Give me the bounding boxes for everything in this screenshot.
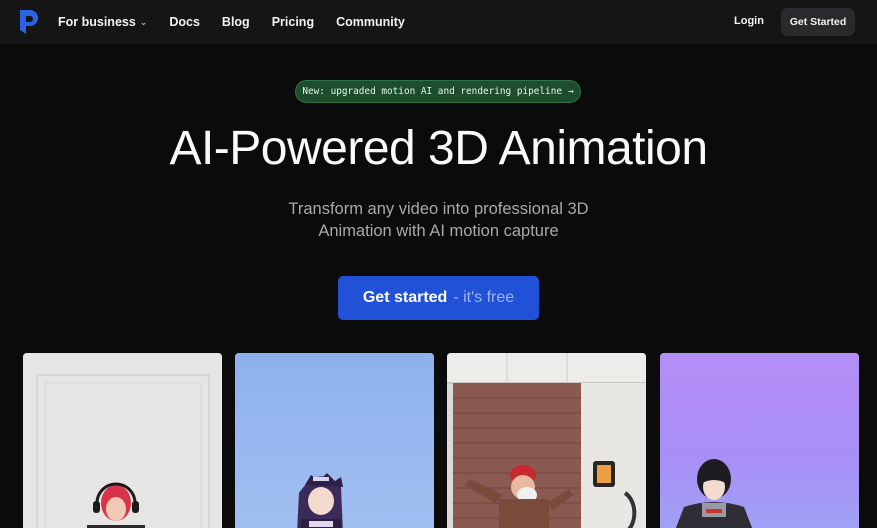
showcase-card-dancer[interactable] xyxy=(447,353,646,528)
anime-boy-render-thumbnail xyxy=(660,353,859,528)
showcase-card-streamer[interactable] xyxy=(23,353,222,528)
nav-community-label: Community xyxy=(336,15,405,29)
hero-title: AI-Powered 3D Animation xyxy=(169,122,708,175)
showcase-card-anime-girl[interactable] xyxy=(235,353,434,528)
nav-blog-label: Blog xyxy=(221,15,250,29)
get-started-nav-button[interactable]: Get Started xyxy=(781,8,855,36)
hero-subtitle-line2: Animation with AI motion capture xyxy=(318,222,559,240)
nav-pricing-label: Pricing xyxy=(271,15,315,29)
top-navbar: For business ⌄ Docs Blog Pricing Communi… xyxy=(0,0,877,44)
chevron-down-icon: ⌄ xyxy=(139,16,148,27)
nav-blog[interactable]: Blog xyxy=(222,15,250,29)
nav-pricing[interactable]: Pricing xyxy=(272,15,314,29)
login-link[interactable]: Login xyxy=(734,15,764,27)
brand-logo-icon[interactable] xyxy=(18,9,40,35)
get-started-hero-button[interactable]: Get started - it's free xyxy=(338,276,539,320)
announcement-text: New: upgraded motion AI and rendering pi… xyxy=(302,86,562,97)
nav-for-business[interactable]: For business ⌄ xyxy=(58,15,147,29)
hero-cta-suffix: - it's free xyxy=(453,289,515,306)
streamer-video-thumbnail xyxy=(23,353,222,528)
nav-docs-label: Docs xyxy=(169,15,200,29)
dancer-video-thumbnail xyxy=(447,353,646,528)
arrow-right-icon: → xyxy=(567,86,574,97)
showcase-card-anime-boy[interactable] xyxy=(660,353,859,528)
anime-girl-render-thumbnail xyxy=(235,353,434,528)
nav-docs[interactable]: Docs xyxy=(169,15,200,29)
hero-subtitle-line1: Transform any video into professional 3D xyxy=(288,200,589,218)
announcement-badge[interactable]: New: upgraded motion AI and rendering pi… xyxy=(295,80,581,103)
hero-cta-main: Get started xyxy=(362,289,448,306)
nav-for-business-label: For business xyxy=(58,15,136,29)
nav-community[interactable]: Community xyxy=(336,15,405,29)
main-nav: For business ⌄ Docs Blog Pricing Communi… xyxy=(58,0,427,44)
hero-subtitle: Transform any video into professional 3D… xyxy=(0,198,877,242)
